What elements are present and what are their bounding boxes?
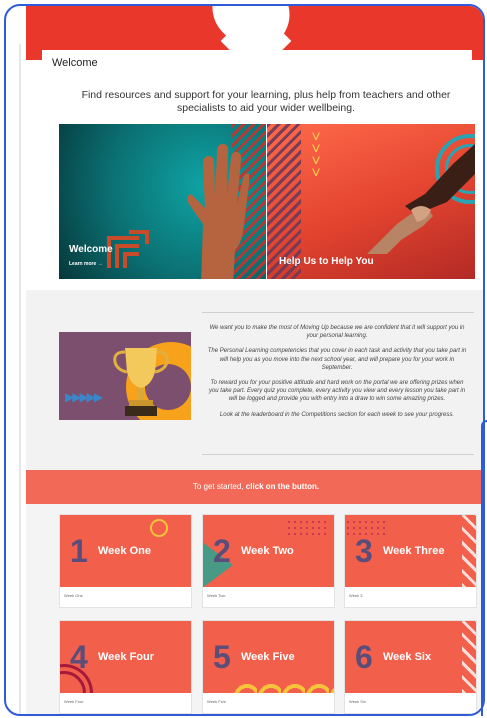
arrow-right-icon: ▶▶▶▶▶	[65, 390, 103, 404]
week-caption: Week Two	[207, 593, 226, 598]
divider	[202, 312, 474, 313]
hero-tile-label: Welcome	[69, 244, 113, 255]
week-card-6[interactable]: 6 Week Six Week Six	[344, 620, 477, 714]
bracket-decoration	[107, 230, 149, 268]
hero-tile-help[interactable]: ˅ ˅ ˅ ˅ Help Us to Help You	[267, 124, 475, 279]
hero-tile-welcome[interactable]: Welcome Learn more →	[59, 124, 266, 279]
week-card-4[interactable]: 4 Week Four Week Four	[59, 620, 192, 714]
raised-hand-image	[187, 144, 249, 279]
week-cards-grid: 1 Week One Week One 2 Week Two Week Two …	[26, 504, 483, 714]
week-title: Week Five	[241, 651, 295, 663]
device-frame: Welcome Find resources and support for y…	[4, 4, 485, 716]
week-card-art: 1 Week One	[60, 515, 191, 587]
week-number: 6	[355, 639, 373, 675]
week-caption: Week Six	[349, 699, 366, 704]
week-caption: Week Four	[64, 699, 84, 704]
hero-tile-label: Help Us to Help You	[279, 256, 374, 267]
week-card-art: 4 Week Four	[60, 621, 191, 693]
promo-section: ▶▶▶▶▶ We want you to make the most of Mo…	[26, 290, 483, 470]
promo-paragraph: The Personal Learning competencies that …	[207, 348, 467, 371]
trophy-image: ▶▶▶▶▶	[59, 332, 191, 420]
zigzag-decoration	[462, 621, 476, 693]
ring-pattern	[233, 677, 334, 693]
page-title: Welcome	[52, 57, 98, 69]
divider	[19, 44, 21, 714]
page-title-bar: Welcome	[42, 50, 472, 78]
divider	[202, 454, 474, 455]
zigzag-decoration	[462, 515, 476, 587]
week-card-art: 3 Week Three	[345, 515, 476, 587]
week-card-2[interactable]: 2 Week Two Week Two	[202, 514, 335, 608]
week-card-5[interactable]: 5 Week Five Week Five	[202, 620, 335, 714]
week-card-1[interactable]: 1 Week One Week One	[59, 514, 192, 608]
week-title: Week Four	[98, 651, 155, 663]
circle-decoration	[150, 519, 168, 537]
week-number: 4	[70, 639, 88, 675]
week-card-art: 5 Week Five	[203, 621, 334, 693]
helping-hands-image	[367, 144, 475, 254]
dot-pattern	[286, 519, 326, 539]
intro-text: Find resources and support for your lear…	[81, 89, 451, 114]
week-number: 3	[355, 533, 373, 569]
week-card-3[interactable]: 3 Week Three Week 3	[344, 514, 477, 608]
week-title: Week Six	[383, 651, 432, 663]
learn-more-link[interactable]: Learn more →	[69, 261, 103, 267]
cta-emphasis: click on the button.	[245, 482, 320, 491]
week-title: Week Two	[241, 545, 294, 557]
week-card-art: 6 Week Six	[345, 621, 476, 693]
chevron-down-icon: ˅ ˅ ˅ ˅	[311, 129, 321, 182]
week-title: Week One	[98, 545, 151, 557]
week-card-art: 2 Week Two	[203, 515, 334, 587]
week-number: 2	[213, 533, 231, 569]
cta-text: To get started,	[192, 482, 246, 491]
promo-paragraph: Look at the leaderboard in the Competiti…	[219, 411, 455, 418]
cta-banner: To get started, click on the button.	[26, 470, 483, 504]
week-caption: Week 3	[349, 593, 363, 598]
week-number: 5	[213, 639, 231, 675]
week-number: 1	[70, 533, 88, 569]
week-caption: Week One	[64, 593, 83, 598]
week-caption: Week Five	[207, 699, 226, 704]
scroll-indicator	[481, 420, 487, 716]
promo-paragraph: To reward you for your positive attitude…	[208, 380, 466, 403]
trophy-icon	[113, 348, 169, 416]
promo-paragraph: We want you to make the most of Moving U…	[209, 325, 465, 340]
week-title: Week Three	[383, 545, 445, 557]
promo-text: We want you to make the most of Moving U…	[206, 324, 468, 426]
